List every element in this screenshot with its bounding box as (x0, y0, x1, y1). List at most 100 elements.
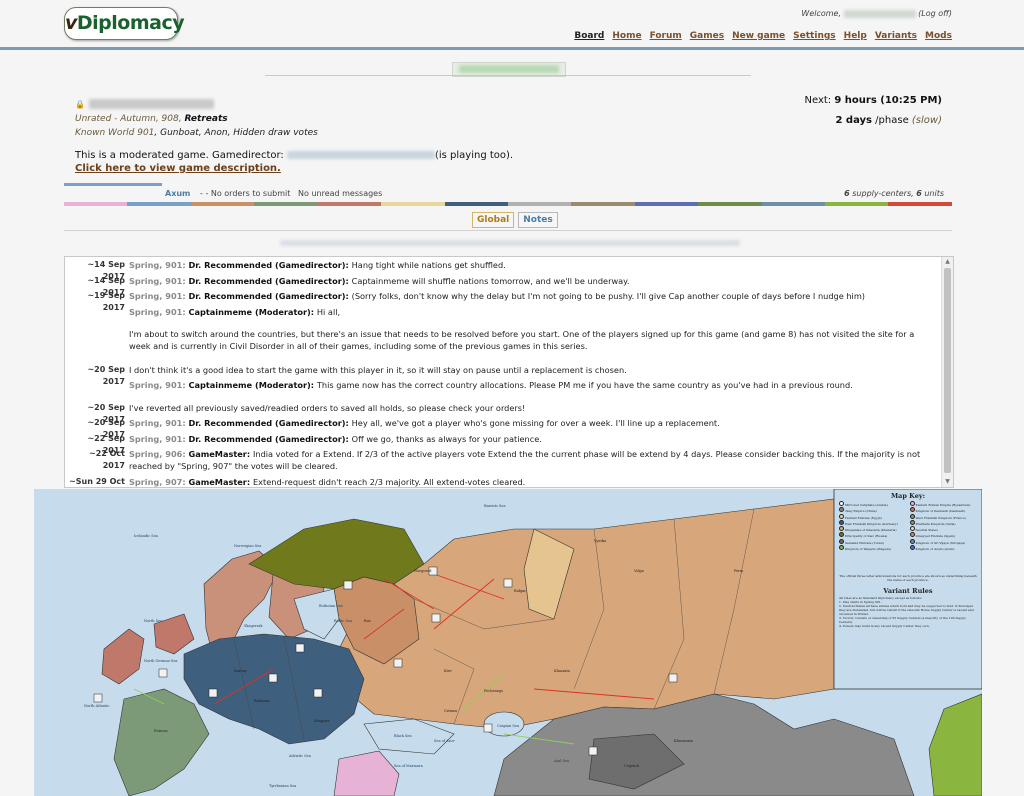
game-title: 🔒 (75, 96, 215, 110)
header: vDiplomacy Welcome, (Log off) Board Home… (0, 0, 1024, 48)
nav-variants[interactable]: Variants (875, 31, 917, 41)
game-name-redacted (89, 98, 215, 109)
message-phase: Spring, 901: (129, 418, 189, 428)
province-label[interactable]: Khwarazm (674, 739, 693, 743)
nav-help[interactable]: Help (844, 31, 867, 41)
game-description-link[interactable]: Click here to view game description. (75, 163, 281, 174)
vdiplomacy-logo[interactable]: vDiplomacy (64, 7, 185, 40)
message-body: Spring, 901: Dr. Recommended (Gamedirect… (129, 417, 929, 429)
province-label[interactable]: Crimea (444, 709, 457, 713)
message-phase: Spring, 901: (129, 307, 189, 317)
message-phase: Spring, 901: (129, 380, 189, 390)
message-text: Hey all, we've got a player who's gone m… (351, 418, 720, 428)
nav-forum[interactable]: Forum (650, 31, 682, 41)
country-color-12 (825, 202, 889, 206)
supply-centers: 6 supply-centers, 6 units (844, 189, 944, 198)
message-date: ~19 Sep 2017 (87, 291, 125, 312)
province-label[interactable]: Kiev (444, 669, 452, 673)
country-color-4 (317, 202, 382, 206)
main-nav: Board Home Forum Games New game Settings… (574, 31, 952, 41)
chat-log[interactable]: ▲ ▼ ~14 Sep 2017 Spring, 901: Dr. Recomme… (64, 256, 954, 488)
province-label[interactable]: Volga (634, 569, 644, 573)
country-swatch-icon (839, 532, 844, 538)
nav-settings[interactable]: Settings (793, 31, 835, 41)
message-body: Spring, 906: GameMaster: India voted for… (129, 448, 929, 472)
nav-games[interactable]: Games (690, 31, 724, 41)
sea-label: Aral Sea (554, 759, 570, 763)
province-label[interactable]: Perm (734, 569, 743, 573)
nav-board[interactable]: Board (574, 31, 604, 41)
province-label[interactable]: Urgench (624, 764, 639, 768)
country-color-2 (190, 202, 255, 206)
variant-rule: 3. Victory consists of ownership of 55 S… (839, 615, 966, 624)
tab-global[interactable]: Global (472, 212, 515, 228)
country-color-9 (634, 202, 699, 206)
phase-length: 2 days /phase (slow) (835, 115, 942, 126)
sea-label: Bothnian Sea (319, 604, 343, 608)
country-color-strip (64, 202, 952, 206)
logoff-link[interactable]: (Log off) (918, 9, 952, 18)
map-key: Map Key: Mirrored Caliphate (Arabia) East… (839, 492, 977, 628)
sea-label: Barents Sea (484, 504, 506, 508)
scroll-up-icon[interactable]: ▲ (942, 257, 953, 267)
scroll-down-icon[interactable]: ▼ (942, 477, 953, 487)
nav-mods[interactable]: Mods (925, 31, 952, 41)
country-color-10 (698, 202, 762, 206)
message-phase: Spring, 901: (129, 260, 189, 270)
game-map[interactable]: Map Key: Mirrored Caliphate (Arabia) East… (34, 489, 982, 796)
province-label[interactable]: Magyars (314, 719, 329, 723)
province-label[interactable]: Khazaria (554, 669, 570, 673)
country-name[interactable]: Axum (165, 189, 190, 198)
country-swatch-icon (839, 526, 844, 532)
province-label[interactable]: Vyatka (594, 539, 606, 543)
country-swatch-icon (909, 545, 915, 551)
country-color-3 (254, 202, 318, 206)
country-color-7 (507, 202, 572, 206)
message-date: ~20 Sep 2017 (87, 365, 125, 386)
country-swatch-icon (839, 538, 844, 544)
message-text: Hang tight while nations get shuffled. (351, 260, 506, 270)
province-label[interactable]: Bulgar (514, 589, 526, 593)
message-text: Captainmeme will shuffle nations tomorro… (351, 276, 630, 286)
orders-status: - - No orders to submit No unread messag… (200, 189, 383, 198)
message-text: This game now has the correct country al… (316, 380, 853, 390)
country-color-8 (571, 202, 635, 206)
message-author: Captainmeme (Moderator): (188, 307, 317, 317)
province-label[interactable]: Saxony (234, 669, 247, 673)
nav-home[interactable]: Home (612, 31, 641, 41)
country-color-13 (888, 202, 952, 206)
variant-rules-list: 1. Play starts in Spring 901. 2. Neutral … (839, 600, 977, 628)
sea-label: Norwegian Sea (234, 544, 262, 548)
message-body: I don't think it's a good idea to start … (129, 364, 929, 376)
nav-new-game[interactable]: New game (732, 31, 785, 41)
map-key-entries: Mirrored Caliphate (Arabia) Eastern Roman… (839, 501, 977, 551)
map-key-title: Map Key: (890, 492, 926, 500)
province-label[interactable]: Novgorod (414, 569, 432, 573)
tab-divider (64, 230, 952, 231)
province-label[interactable]: Rus (364, 619, 371, 623)
province-label[interactable]: Francia (154, 729, 168, 733)
message-text: (Sorry folks, don't know why the delay b… (351, 291, 865, 301)
sea-label: Sea of Marmara (394, 764, 423, 768)
chat-scrollbar[interactable]: ▲ ▼ (941, 257, 953, 487)
tab-notes[interactable]: Notes (518, 212, 558, 228)
message-author: Captainmeme (Moderator): (188, 380, 317, 390)
message-author: Dr. Recommended (Gamedirector): (188, 260, 352, 270)
sea-label: Sea of Azov (434, 739, 455, 743)
province-label[interactable]: Pechenegs (484, 689, 503, 693)
message-author: GameMaster: (188, 477, 253, 487)
sea-label: North German Sea (144, 659, 178, 663)
country-color-6 (444, 202, 508, 206)
message-phase: Spring, 901: (129, 434, 189, 444)
gamedirector-redacted (286, 151, 435, 159)
message-author: Dr. Recommended (Gamedirector): (188, 291, 352, 301)
message-text: I don't think it's a good idea to start … (129, 365, 627, 375)
province-label[interactable]: Bohemia (254, 699, 270, 703)
welcome-text: Welcome, (Log off) (801, 9, 952, 18)
message-text: I've reverted all previously saved/readi… (129, 403, 526, 413)
scroll-thumb[interactable] (944, 268, 951, 473)
map-key-entry: Kingdom of Axum (Axum) (909, 545, 978, 551)
message-body: Spring, 901: Dr. Recommended (Gamedirect… (129, 275, 929, 287)
message-body: Spring, 907: GameMaster: Extend-request … (129, 476, 929, 487)
message-body: Spring, 901: Captainmeme (Moderator): Th… (129, 379, 929, 391)
